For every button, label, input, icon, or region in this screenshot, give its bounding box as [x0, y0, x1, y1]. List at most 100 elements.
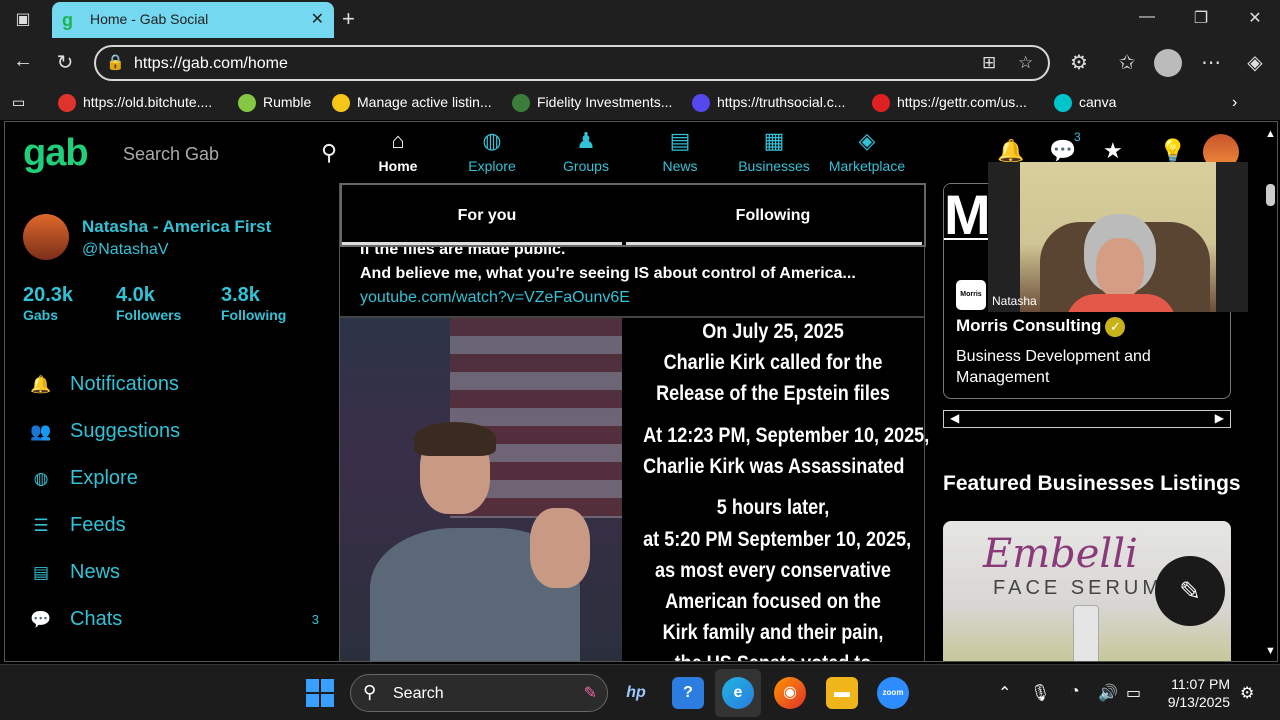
featured-script-text: Embelli [983, 531, 1138, 577]
gab-logo[interactable]: gab [23, 132, 89, 175]
collections-icon[interactable]: ▭ [12, 94, 25, 111]
image-caption-line: as most every conservative [655, 559, 891, 582]
bookmark-item[interactable]: canva [1054, 94, 1117, 113]
tab-underline [626, 242, 922, 245]
tag-icon: ◈ [858, 128, 876, 153]
gab-favicon-icon: g [62, 10, 73, 30]
active-tab[interactable]: g Home - Gab Social ✕ [52, 2, 334, 38]
sidebar-item-notifications[interactable]: 🔔 Notifications [29, 371, 319, 401]
firefox-app-icon[interactable]: ◉ [774, 677, 806, 709]
stat-value: 4.0k [116, 284, 155, 306]
profile-handle[interactable]: @NatashaV [82, 241, 169, 259]
refresh-icon[interactable]: ↻ [52, 50, 78, 75]
webcam-overlay[interactable]: Natasha [988, 162, 1248, 312]
clock[interactable]: 11:07 PM 9/13/2025 [1166, 675, 1230, 711]
tab-actions-icon[interactable]: ▣ [12, 9, 34, 31]
bookmark-item[interactable]: https://truthsocial.c... [692, 94, 845, 113]
scroll-up-icon[interactable]: ▲ [1265, 128, 1276, 140]
nav-explore[interactable]: ◍ Explore [444, 128, 540, 176]
chevron-right-icon[interactable]: › [1232, 94, 1237, 112]
stat-followers[interactable]: 4.0k Followers [116, 284, 181, 325]
sidebar-item-news[interactable]: ▤ News [29, 559, 319, 589]
zoom-app-icon[interactable]: zoom [877, 677, 909, 709]
mic-icon[interactable]: 🎙 [1030, 683, 1050, 703]
post-link[interactable]: youtube.com/watch?v=VZeFaOunv6E [360, 289, 630, 307]
taskbar-search[interactable]: ⚲ Search ✎ [350, 674, 608, 712]
bookmark-item[interactable]: Rumble [238, 94, 311, 113]
page-scrollbar[interactable]: ▲ ▼ [1263, 122, 1277, 661]
bell-icon[interactable]: 🔔 [997, 138, 1024, 164]
sidebar-item-label: Feeds [70, 514, 126, 536]
sidebar-count-badge: 3 [311, 612, 319, 627]
profile-avatar[interactable] [23, 214, 69, 260]
help-app-icon[interactable]: ? [672, 677, 704, 709]
tab-following[interactable]: Following [628, 207, 918, 225]
address-bar[interactable]: 🔒 https://gab.com/home ⊞ ☆ [94, 45, 1050, 81]
image-caption-line: Kirk family and their pain, [662, 621, 884, 644]
scroll-left-icon[interactable]: ◀ [950, 411, 959, 425]
bookmark-item[interactable]: Manage active listin... [332, 94, 492, 113]
stat-following[interactable]: 3.8k Following [221, 284, 286, 325]
file-explorer-icon[interactable]: ▬ [826, 677, 858, 709]
nav-businesses[interactable]: ▦ Businesses [726, 128, 822, 176]
sidebar-item-explore[interactable]: ◍ Explore [29, 465, 319, 495]
sidebar-item-chats[interactable]: 💬 Chats 3 [29, 606, 319, 636]
favorite-star-icon[interactable]: ☆ [1018, 53, 1033, 73]
search-icon[interactable]: ⚲ [321, 140, 337, 166]
apps-icon[interactable]: ⊞ [982, 53, 996, 73]
new-tab-button[interactable]: + [342, 6, 355, 32]
url-text[interactable]: https://gab.com/home [134, 55, 288, 73]
extensions-icon[interactable]: ⚙ [1066, 50, 1092, 75]
profile-avatar[interactable] [1154, 49, 1182, 77]
bookmark-favicon-icon [1054, 94, 1072, 113]
profile-name[interactable]: Natasha - America First [82, 217, 271, 237]
lightbulb-icon[interactable]: 💡 [1159, 138, 1186, 164]
webcam-name: Natasha [992, 294, 1037, 308]
scroll-thumb[interactable] [1266, 184, 1275, 206]
star-icon[interactable]: ★ [1103, 138, 1123, 164]
scroll-down-icon[interactable]: ▼ [1265, 645, 1276, 657]
bookmark-item[interactable]: Fidelity Investments... [512, 94, 672, 113]
post-text: And believe me, what you're seeing IS ab… [360, 265, 856, 282]
nav-groups[interactable]: ♟ Groups [538, 128, 634, 176]
bookmark-favicon-icon [332, 94, 350, 113]
minimize-button[interactable]: — [1132, 8, 1162, 26]
sidebar-item-suggestions[interactable]: 👥 Suggestions [29, 418, 319, 448]
tab-for-you[interactable]: For you [342, 207, 632, 225]
nav-home[interactable]: ⌂ Home [350, 128, 446, 176]
carousel-scrollbar[interactable]: ◀ ▶ [943, 410, 1231, 428]
more-icon[interactable]: ⋯ [1198, 50, 1224, 75]
compose-button[interactable]: ✎ [1155, 556, 1225, 626]
business-name-text: Morris Consulting [956, 316, 1102, 335]
post-image[interactable]: On July 25, 2025 Charlie Kirk called for … [340, 316, 929, 661]
business-name[interactable]: Morris Consulting ✓ [956, 316, 1126, 337]
restore-button[interactable]: ❐ [1186, 8, 1216, 28]
windows-start-icon[interactable] [306, 679, 334, 707]
sidebar-item-feeds[interactable]: ☰ Feeds [29, 512, 319, 542]
wifi-icon[interactable]: ◔ [1070, 683, 1080, 701]
bookmark-label: canva [1079, 94, 1117, 110]
search-input[interactable]: Search Gab [123, 144, 219, 165]
nav-news[interactable]: ▤ News [632, 128, 728, 176]
tray-chevron-icon[interactable]: ⌃ [998, 683, 1011, 703]
scroll-right-icon[interactable]: ▶ [1215, 411, 1224, 425]
close-tab-icon[interactable]: ✕ [311, 9, 324, 29]
battery-icon[interactable]: ▭ [1126, 683, 1141, 703]
nav-marketplace[interactable]: ◈ Marketplace [819, 128, 915, 176]
close-window-button[interactable]: ✕ [1240, 8, 1270, 28]
list-icon: ☰ [33, 516, 49, 535]
bookmark-item[interactable]: https://old.bitchute.... [58, 94, 213, 113]
notification-center-icon[interactable]: ⚙ [1240, 683, 1254, 703]
edge-app-icon[interactable]: e [722, 677, 754, 709]
volume-icon[interactable]: 🔊 [1098, 683, 1118, 703]
image-caption-line: Release of the Epstein files [656, 382, 890, 405]
bookmark-item[interactable]: https://gettr.com/us... [872, 94, 1027, 113]
bookmark-favicon-icon [238, 94, 256, 113]
copilot-icon[interactable]: ◈ [1242, 50, 1268, 75]
back-icon[interactable]: ← [10, 50, 36, 73]
bookmark-label: https://old.bitchute.... [83, 94, 213, 110]
chat-icon[interactable]: 💬 [1049, 138, 1076, 164]
stat-gabs[interactable]: 20.3k Gabs [23, 284, 73, 325]
hp-app-icon[interactable]: hp [620, 677, 652, 709]
favorites-icon[interactable]: ✩ [1114, 50, 1140, 75]
